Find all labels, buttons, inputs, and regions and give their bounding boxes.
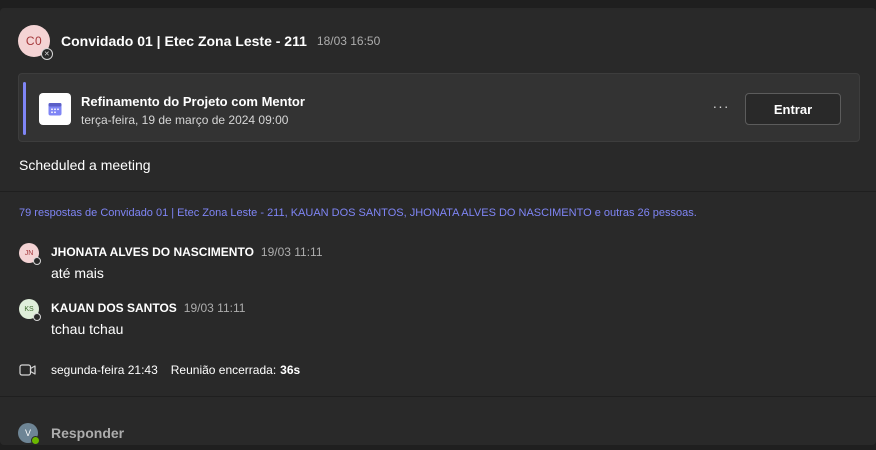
more-options-button[interactable]: ··· xyxy=(712,97,730,115)
meeting-accent-bar xyxy=(23,82,26,135)
post-author[interactable]: Convidado 01 | Etec Zona Leste - 211 xyxy=(61,33,307,49)
meeting-card[interactable]: Refinamento do Projeto com Mentor terça-… xyxy=(18,73,860,142)
reply-avatar[interactable]: KS xyxy=(19,299,41,321)
status-icon xyxy=(33,257,41,265)
video-camera-icon xyxy=(19,364,36,376)
reply-text: tchau tchau xyxy=(51,321,124,337)
available-status-icon xyxy=(31,436,40,445)
meeting-title[interactable]: Refinamento do Projeto com Mentor xyxy=(81,94,305,109)
call-duration: 36s xyxy=(280,363,301,377)
reply-button[interactable]: Responder xyxy=(51,425,124,441)
divider xyxy=(0,396,876,397)
current-user-avatar: V xyxy=(18,423,40,445)
reply-time: 19/03 11:11 xyxy=(183,301,246,315)
offline-x-icon: ✕ xyxy=(41,48,53,60)
current-user-initial: V xyxy=(24,428,31,438)
divider xyxy=(0,191,876,192)
join-meeting-button[interactable]: Entrar xyxy=(745,93,841,125)
reply-time: 19/03 11:11 xyxy=(260,245,323,259)
reply-text: até mais xyxy=(51,265,104,281)
author-initials: C0 xyxy=(25,34,43,48)
reply-box[interactable]: V Responder xyxy=(18,422,124,445)
author-avatar[interactable]: C0 ✕ xyxy=(18,25,53,60)
meeting-date: terça-feira, 19 de março de 2024 09:00 xyxy=(81,113,289,127)
reply-avatar[interactable]: JN xyxy=(19,243,41,265)
replies-summary-link[interactable]: 79 respostas de Convidado 01 | Etec Zona… xyxy=(19,207,697,219)
call-ended-event: segunda-feira 21:43 Reunião encerrada: 3… xyxy=(19,361,300,379)
reply-avatar-initials: JN xyxy=(24,249,34,257)
post-message: Scheduled a meeting xyxy=(19,157,151,173)
conversation-card: C0 ✕ Convidado 01 | Etec Zona Leste - 21… xyxy=(0,8,876,445)
post-timestamp: 18/03 16:50 xyxy=(316,34,381,48)
reply-author-line: KAUAN DOS SANTOS 19/03 11:11 xyxy=(51,301,245,315)
reply-author-line: JHONATA ALVES DO NASCIMENTO 19/03 11:11 xyxy=(51,245,323,259)
reply-author[interactable]: JHONATA ALVES DO NASCIMENTO xyxy=(51,245,254,259)
call-status: Reunião encerrada: xyxy=(170,363,277,377)
reply-avatar-initials: KS xyxy=(24,305,34,313)
status-icon xyxy=(33,313,41,321)
reply-author[interactable]: KAUAN DOS SANTOS xyxy=(51,301,177,315)
post-header: C0 ✕ Convidado 01 | Etec Zona Leste - 21… xyxy=(18,24,381,60)
calendar-icon xyxy=(39,93,71,125)
call-time: segunda-feira 21:43 xyxy=(51,363,158,377)
